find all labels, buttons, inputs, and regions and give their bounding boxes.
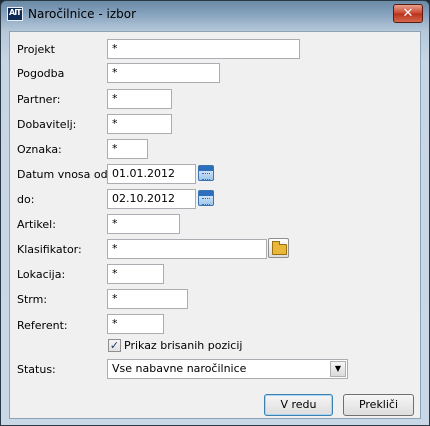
partner-label: Partner: — [17, 93, 61, 106]
lokacija-input[interactable]: * — [107, 264, 164, 284]
pogodba-input[interactable]: * — [107, 63, 220, 83]
projekt-input[interactable]: * — [107, 39, 300, 59]
datum-do-label: do: — [17, 193, 35, 206]
oznaka-input[interactable]: * — [107, 139, 148, 159]
dobavitelj-input[interactable]: * — [107, 114, 172, 134]
partner-input[interactable]: * — [107, 89, 172, 109]
status-select[interactable]: Vse nabavne naročilnice ▼ — [107, 359, 348, 379]
dobavitelj-label: Dobavitelj: — [17, 118, 77, 131]
window-title: Naročilnice - izbor — [28, 7, 137, 21]
klasifikator-input[interactable]: * — [107, 239, 267, 259]
chevron-down-icon[interactable]: ▼ — [330, 361, 346, 377]
check-icon: ✓ — [109, 339, 120, 352]
lokacija-label: Lokacija: — [17, 268, 66, 281]
folder-open-icon[interactable] — [268, 238, 289, 258]
datum-do-input[interactable]: 02.10.2012 — [107, 189, 196, 209]
calendar-icon[interactable] — [198, 190, 214, 206]
form-panel: Projekt * Pogodba * Partner: * Dobavitel… — [9, 31, 421, 419]
datum-od-label: Datum vnosa od: — [17, 168, 112, 181]
ok-button[interactable]: V redu — [264, 394, 333, 416]
close-icon: ✕ — [402, 6, 414, 21]
referent-label: Referent: — [17, 319, 68, 332]
cancel-button[interactable]: Prekliči — [343, 394, 414, 416]
klasifikator-label: Klasifikator: — [17, 243, 82, 256]
strm-input[interactable]: * — [107, 289, 188, 309]
close-button[interactable]: ✕ — [393, 4, 423, 23]
projekt-label: Projekt — [17, 43, 55, 56]
oznaka-label: Oznaka: — [17, 143, 62, 156]
strm-label: Strm: — [17, 293, 48, 306]
dropdown-arrow-glyph: ▼ — [334, 364, 342, 373]
app-logo-icon: AIT — [7, 7, 23, 21]
prikaz-brisanih-checkbox[interactable]: ✓ — [108, 339, 121, 352]
title-bar[interactable]: AIT Naročilnice - izbor ✕ — [1, 1, 429, 29]
prikaz-brisanih-label[interactable]: Prikaz brisanih pozicij — [124, 339, 242, 353]
app-logo-text: AIT — [9, 8, 22, 17]
pogodba-label: Pogodba — [17, 67, 65, 80]
calendar-icon[interactable] — [198, 165, 214, 181]
referent-input[interactable]: * — [107, 314, 164, 334]
datum-od-input[interactable]: 01.01.2012 — [107, 164, 196, 184]
artikel-input[interactable]: * — [107, 214, 180, 234]
dialog-window: AIT Naročilnice - izbor ✕ Projekt * Pogo… — [0, 0, 430, 426]
status-selected-value: Vse nabavne naročilnice — [112, 362, 247, 375]
status-label: Status: — [17, 363, 56, 376]
artikel-label: Artikel: — [17, 218, 56, 231]
